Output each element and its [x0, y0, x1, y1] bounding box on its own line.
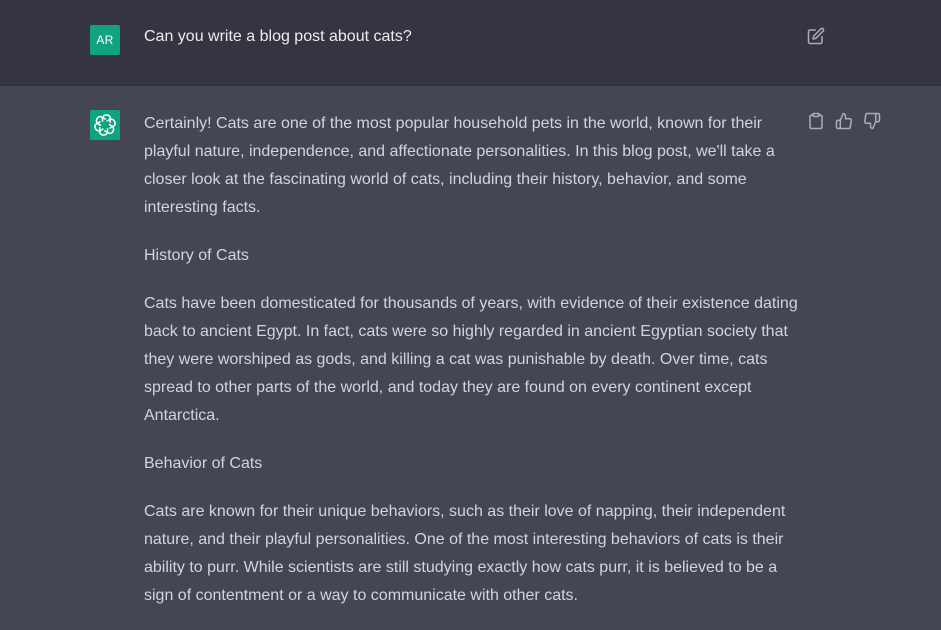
thumbs-down-button[interactable]	[863, 112, 883, 132]
answer-paragraph: Cats are known for their unique behavior…	[144, 503, 786, 604]
edit-icon	[807, 27, 825, 45]
assistant-message-row: Certainly! Cats are one of the most popu…	[0, 86, 941, 623]
user-avatar-initials: AR	[96, 33, 114, 47]
answer-heading-history: History of Cats	[144, 247, 249, 264]
thumbs-up-icon	[835, 112, 852, 130]
assistant-avatar	[90, 110, 120, 140]
assistant-message-text: Certainly! Cats are one of the most popu…	[144, 110, 804, 630]
openai-logo-icon	[94, 114, 116, 136]
answer-paragraph: Cats have been domesticated for thousand…	[144, 295, 798, 424]
clipboard-icon	[809, 112, 823, 130]
thumbs-down-icon	[864, 112, 881, 130]
user-message-row: AR Can you write a blog post about cats?	[0, 0, 941, 86]
answer-heading-behavior: Behavior of Cats	[144, 455, 263, 472]
copy-button[interactable]	[807, 112, 827, 132]
edit-message-button[interactable]	[807, 27, 827, 47]
user-message-text: Can you write a blog post about cats?	[144, 28, 412, 45]
thumbs-up-button[interactable]	[835, 112, 855, 132]
answer-paragraph: Certainly! Cats are one of the most popu…	[144, 115, 775, 216]
user-avatar: AR	[90, 25, 120, 55]
